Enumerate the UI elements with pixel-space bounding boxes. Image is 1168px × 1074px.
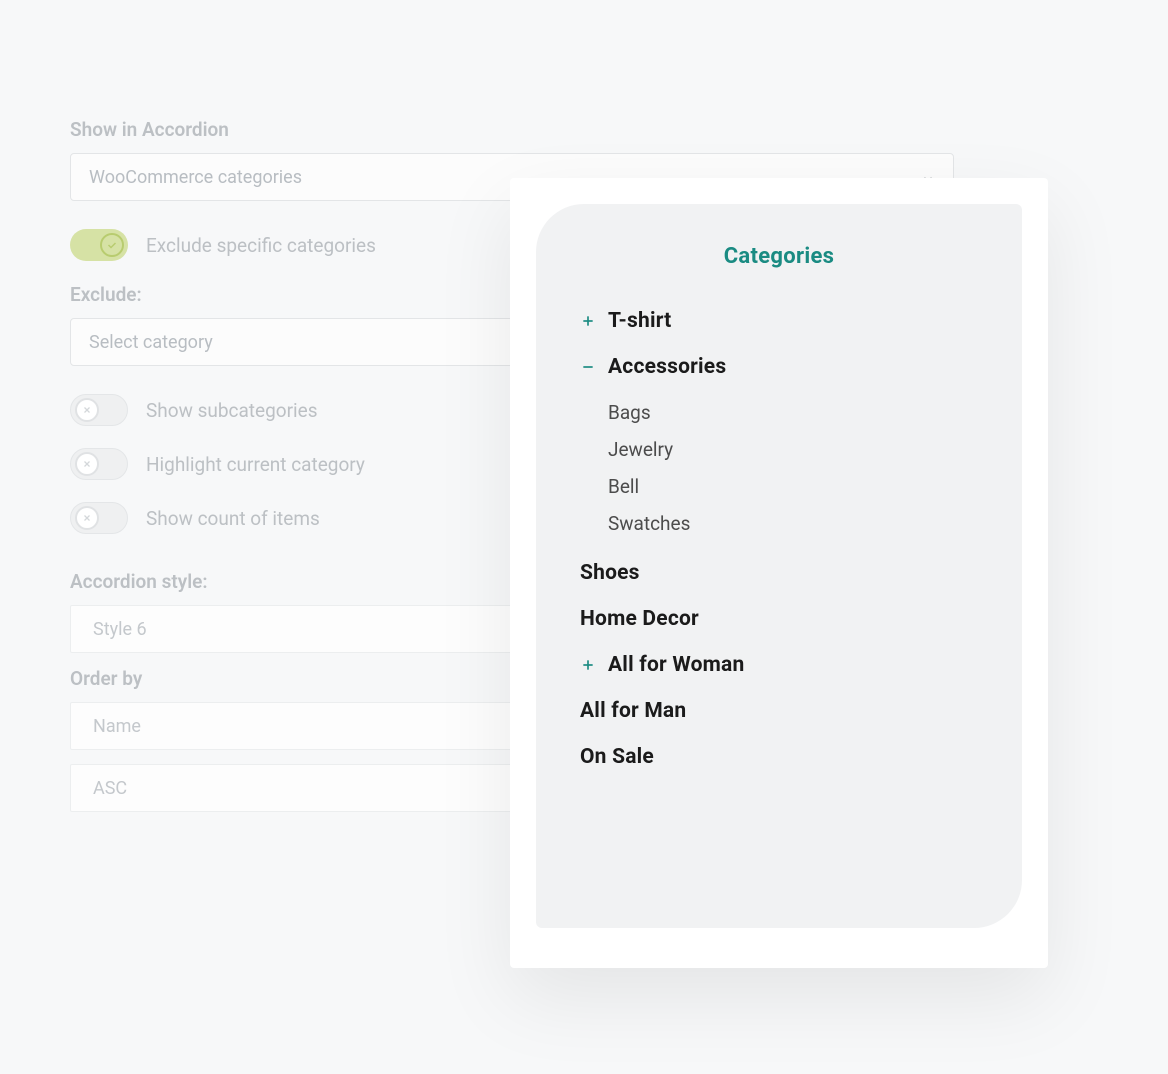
minus-icon: [580, 359, 596, 375]
subcategory-list: Bags Jewelry Bell Swatches: [580, 401, 978, 535]
plus-icon: [580, 657, 596, 673]
subcategory-item[interactable]: Jewelry: [608, 438, 978, 461]
plus-icon: [580, 313, 596, 329]
category-name: Shoes: [580, 561, 640, 585]
order-by-field-value: Name: [93, 716, 141, 737]
category-name: On Sale: [580, 745, 654, 769]
category-item-home-decor[interactable]: Home Decor: [580, 607, 978, 631]
category-item-all-for-woman[interactable]: All for Woman: [580, 653, 978, 677]
category-name: T-shirt: [608, 309, 671, 333]
exclude-toggle[interactable]: [70, 229, 128, 261]
highlight-current-toggle[interactable]: [70, 448, 128, 480]
category-name: All for Woman: [608, 653, 744, 677]
preview-title: Categories: [580, 244, 978, 269]
check-icon: [100, 233, 124, 257]
category-item-all-for-man[interactable]: All for Man: [580, 699, 978, 723]
x-icon: [75, 398, 99, 422]
order-by-direction-value: ASC: [93, 778, 127, 799]
subcategory-item[interactable]: Bell: [608, 475, 978, 498]
show-subcategories-toggle[interactable]: [70, 394, 128, 426]
x-icon: [75, 506, 99, 530]
category-item-shoes[interactable]: Shoes: [580, 561, 978, 585]
category-name: Accessories: [608, 355, 726, 379]
subcategory-item[interactable]: Bags: [608, 401, 978, 424]
show-in-accordion-value: WooCommerce categories: [89, 167, 302, 188]
x-icon: [75, 452, 99, 476]
category-name: Home Decor: [580, 607, 699, 631]
exclude-placeholder: Select category: [89, 332, 213, 353]
category-item-tshirt[interactable]: T-shirt: [580, 309, 978, 333]
category-item-accessories[interactable]: Accessories: [580, 355, 978, 379]
preview-card: Categories T-shirt Accessories Bags Jewe…: [510, 178, 1048, 968]
show-subcategories-label: Show subcategories: [146, 399, 318, 422]
highlight-current-label: Highlight current category: [146, 453, 365, 476]
preview-inner: Categories T-shirt Accessories Bags Jewe…: [536, 204, 1022, 928]
show-count-toggle[interactable]: [70, 502, 128, 534]
show-in-accordion-label: Show in Accordion: [70, 118, 954, 141]
show-count-label: Show count of items: [146, 507, 320, 530]
subcategory-item[interactable]: Swatches: [608, 512, 978, 535]
exclude-toggle-label: Exclude specific categories: [146, 234, 376, 257]
category-item-on-sale[interactable]: On Sale: [580, 745, 978, 769]
category-name: All for Man: [580, 699, 686, 723]
accordion-style-value: Style 6: [93, 619, 147, 640]
